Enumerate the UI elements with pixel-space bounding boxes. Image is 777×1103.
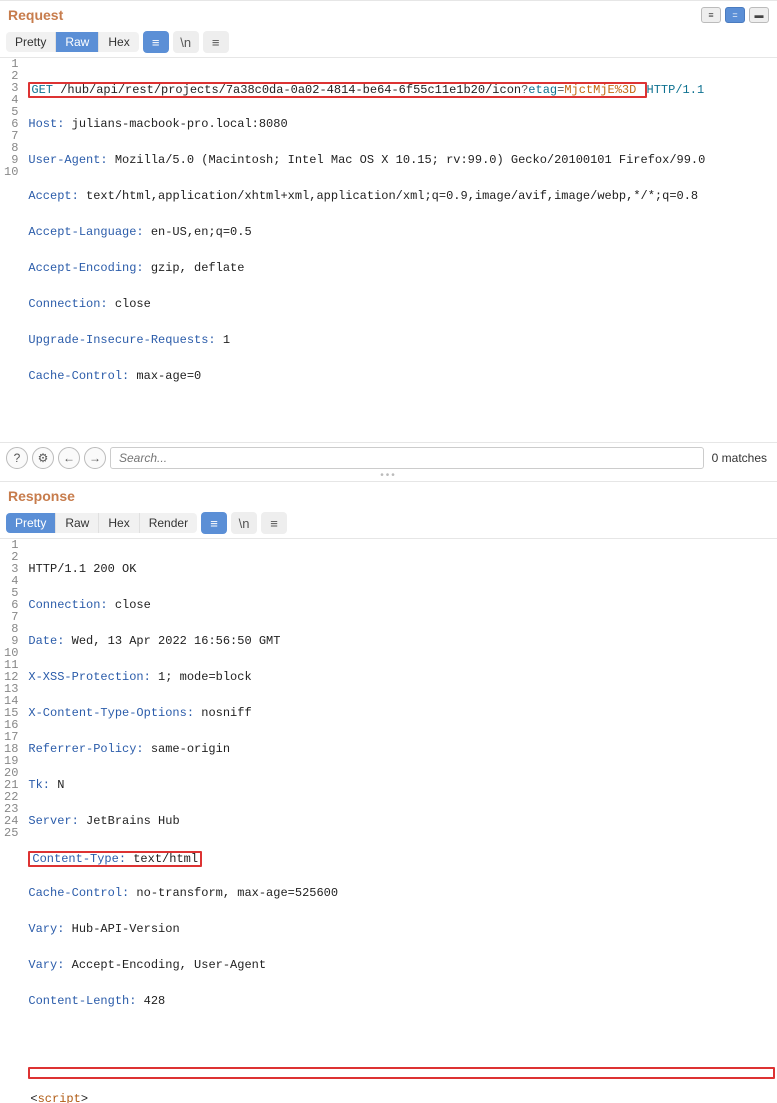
request-line-1: GET /hub/api/rest/projects/7a38c0da-0a02… — [28, 82, 777, 94]
header-upgrade-insecure: Upgrade-Insecure-Requests: 1 — [28, 334, 777, 346]
layout-single[interactable]: ▬ — [749, 7, 769, 23]
header-referrer-policy: Referrer-Policy: same-origin — [28, 743, 777, 755]
settings-button[interactable]: ⚙ — [32, 447, 54, 469]
status-line: HTTP/1.1 200 OK — [28, 563, 777, 575]
newline-toggle[interactable]: \n — [231, 512, 257, 534]
tab-pretty[interactable]: Pretty — [6, 32, 56, 52]
empty-line — [28, 406, 777, 418]
header-xss: X-XSS-Protection: 1; mode=block — [28, 671, 777, 683]
header-content-type: Content-Type: text/html — [28, 851, 777, 863]
tab-hex[interactable]: Hex — [99, 513, 139, 533]
response-header: Response — [0, 482, 777, 508]
header-user-agent: User-Agent: Mozilla/5.0 (Macintosh; Inte… — [28, 154, 777, 166]
tab-hex[interactable]: Hex — [99, 32, 138, 52]
header-content-type-options: X-Content-Type-Options: nosniff — [28, 707, 777, 719]
header-accept: Accept: text/html,application/xhtml+xml,… — [28, 190, 777, 202]
more-menu[interactable]: ≡ — [261, 512, 287, 534]
request-panel: Request ≡ = ▬ Pretty Raw Hex ≡ \n ≡ 1 2 … — [0, 0, 777, 473]
header-vary-2: Vary: Accept-Encoding, User-Agent — [28, 959, 777, 971]
help-button[interactable]: ? — [6, 447, 28, 469]
tab-render[interactable]: Render — [140, 513, 197, 533]
response-code-body[interactable]: HTTP/1.1 200 OK Connection: close Date: … — [26, 539, 777, 1103]
script-open: <script> — [30, 1093, 773, 1103]
panel-splitter[interactable]: ••• — [0, 473, 777, 481]
highlighted-request-line: GET /hub/api/rest/projects/7a38c0da-0a02… — [28, 82, 646, 98]
header-tk: Tk: N — [28, 779, 777, 791]
response-gutter: 1 2 3 4 5 6 7 8 9 10 11 12 13 14 15 16 1… — [0, 539, 26, 1103]
wrap-toggle[interactable]: ≡ — [201, 512, 227, 534]
more-menu[interactable]: ≡ — [203, 31, 229, 53]
tab-raw[interactable]: Raw — [56, 513, 99, 533]
header-accept-language: Accept-Language: en-US,en;q=0.5 — [28, 226, 777, 238]
wrap-toggle[interactable]: ≡ — [143, 31, 169, 53]
search-input[interactable] — [110, 447, 704, 469]
highlighted-script-block: <script> var data = localStorage.getItem… — [28, 1067, 775, 1079]
back-button[interactable]: ← — [58, 447, 80, 469]
newline-toggle[interactable]: \n — [173, 31, 199, 53]
response-toolbar: Pretty Raw Hex Render ≡ \n ≡ — [0, 508, 777, 539]
request-header: Request ≡ = ▬ — [0, 1, 777, 27]
header-cache-control: Cache-Control: max-age=0 — [28, 370, 777, 382]
response-panel: Response Pretty Raw Hex Render ≡ \n ≡ 1 … — [0, 481, 777, 1103]
highlighted-content-type: Content-Type: text/html — [28, 851, 202, 867]
request-toolbar: Pretty Raw Hex ≡ \n ≡ — [0, 27, 777, 58]
request-view-tabs: Pretty Raw Hex — [6, 32, 139, 52]
header-connection: Connection: close — [28, 298, 777, 310]
request-footer: ? ⚙ ← → 0 matches — [0, 442, 777, 473]
tab-raw[interactable]: Raw — [56, 32, 99, 52]
header-cache-control: Cache-Control: no-transform, max-age=525… — [28, 887, 777, 899]
response-view-tabs: Pretty Raw Hex Render — [6, 513, 197, 533]
forward-button[interactable]: → — [84, 447, 106, 469]
header-connection: Connection: close — [28, 599, 777, 611]
empty-line — [28, 1031, 777, 1043]
match-count: 0 matches — [708, 451, 771, 465]
request-gutter: 1 2 3 4 5 6 7 8 9 10 — [0, 58, 26, 442]
layout-split-vertical[interactable]: ≡ — [701, 7, 721, 23]
header-content-length: Content-Length: 428 — [28, 995, 777, 1007]
header-host: Host: julians-macbook-pro.local:8080 — [28, 118, 777, 130]
header-date: Date: Wed, 13 Apr 2022 16:56:50 GMT — [28, 635, 777, 647]
request-title: Request — [8, 7, 63, 23]
header-vary-1: Vary: Hub-API-Version — [28, 923, 777, 935]
header-accept-encoding: Accept-Encoding: gzip, deflate — [28, 262, 777, 274]
layout-switcher: ≡ = ▬ — [701, 7, 769, 23]
layout-split-horizontal[interactable]: = — [725, 7, 745, 23]
header-server: Server: JetBrains Hub — [28, 815, 777, 827]
request-code-body[interactable]: GET /hub/api/rest/projects/7a38c0da-0a02… — [26, 58, 777, 442]
tab-pretty[interactable]: Pretty — [6, 513, 56, 533]
response-code[interactable]: 1 2 3 4 5 6 7 8 9 10 11 12 13 14 15 16 1… — [0, 539, 777, 1103]
request-code[interactable]: 1 2 3 4 5 6 7 8 9 10 GET /hub/api/rest/p… — [0, 58, 777, 442]
response-title: Response — [8, 488, 75, 504]
